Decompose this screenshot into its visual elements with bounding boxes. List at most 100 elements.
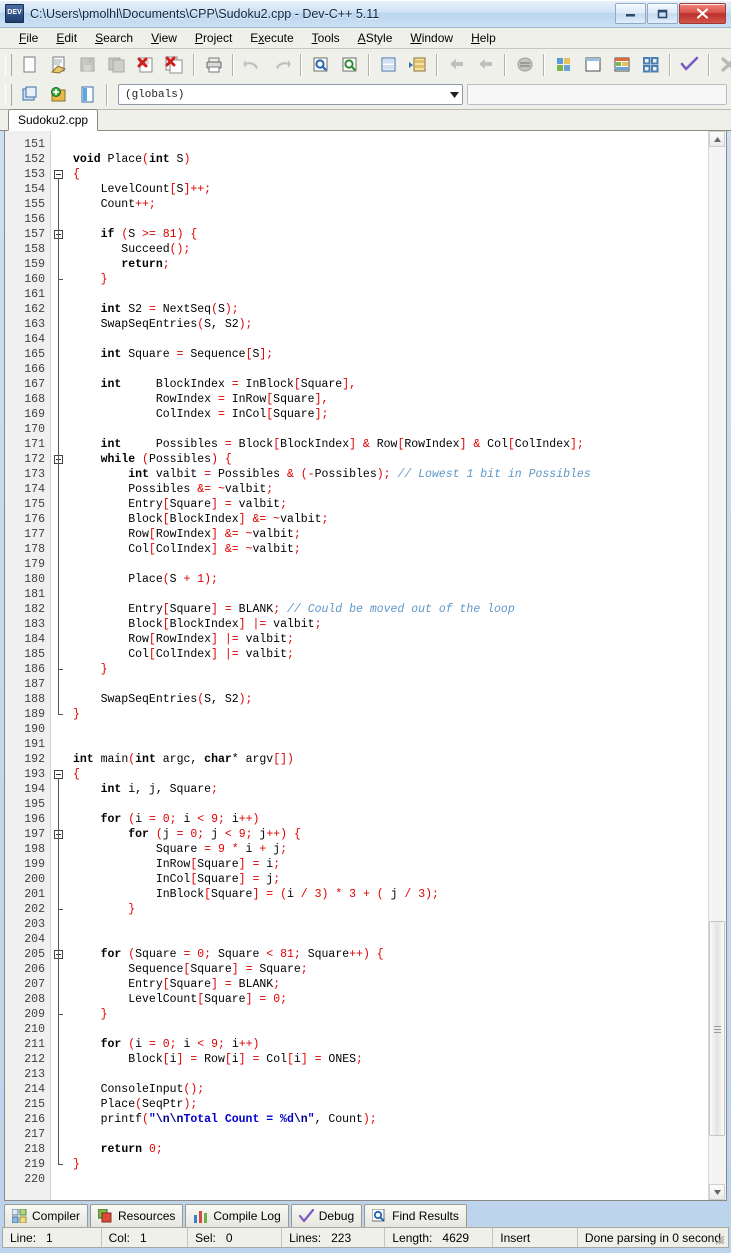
secondary-combo[interactable] <box>467 84 727 105</box>
toolbar-separator <box>106 83 108 106</box>
fold-margin-row <box>51 782 69 797</box>
code-token: for <box>100 948 122 961</box>
project-options-icon[interactable] <box>608 52 635 78</box>
line-number: 206 <box>24 963 45 976</box>
add-to-project-icon[interactable] <box>45 82 72 108</box>
bottom-tab-label: Resources <box>118 1209 176 1223</box>
fold-toggle[interactable] <box>51 947 69 962</box>
code-token: RowIndex <box>404 438 460 451</box>
toolbar-separator <box>368 53 370 76</box>
line-number: 163 <box>24 318 45 331</box>
bottom-tab-compiler[interactable]: Compiler <box>4 1204 89 1228</box>
find-icon[interactable] <box>307 52 334 78</box>
line-number: 198 <box>24 843 45 856</box>
print-icon[interactable] <box>200 52 227 78</box>
menu-project[interactable]: Project <box>186 29 241 47</box>
line-number: 192 <box>24 753 45 766</box>
close-all-icon[interactable] <box>161 52 188 78</box>
menu-edit[interactable]: Edit <box>47 29 86 47</box>
menu-execute[interactable]: Execute <box>241 29 302 47</box>
fold-collapse-icon[interactable] <box>54 770 63 779</box>
compile-icon[interactable] <box>676 52 703 78</box>
close-button[interactable] <box>679 3 726 24</box>
code-token: Square <box>273 393 315 406</box>
code-token: ] <box>211 978 218 991</box>
chevron-down-icon[interactable] <box>446 85 462 104</box>
menu-astyle[interactable]: AStyle <box>349 29 402 47</box>
status-message: Done parsing in 0 second <box>584 1230 721 1245</box>
line-number: 181 <box>24 588 45 601</box>
bottom-tab-debug[interactable]: Debug <box>290 1204 363 1228</box>
code-line: InCol[Square] = j; <box>73 872 708 887</box>
fold-margin-row <box>51 1157 69 1172</box>
line-number: 220 <box>24 1173 45 1186</box>
bottom-tab-compile-log[interactable]: Compile Log <box>185 1204 289 1228</box>
class-browser-icon[interactable] <box>16 82 43 108</box>
scrollbar-thumb[interactable] <box>709 921 725 1136</box>
fold-margin-row <box>51 527 69 542</box>
code-token: ] <box>211 528 218 541</box>
fold-toggle[interactable] <box>51 452 69 467</box>
toggle-panel-icon[interactable] <box>74 82 101 108</box>
editor-tab-sudoku2[interactable]: Sudoku2.cpp <box>8 109 99 131</box>
code-token: Place <box>73 573 163 586</box>
code-token: 9 <box>211 1038 219 1051</box>
toolbar-grip[interactable] <box>5 53 12 76</box>
code-line: Count++; <box>73 197 708 212</box>
close-file-icon[interactable] <box>132 52 159 78</box>
goto-function-icon[interactable] <box>404 52 431 78</box>
code-token: \n <box>293 1113 308 1126</box>
maximize-button[interactable] <box>647 3 678 24</box>
fold-margin-row <box>51 332 69 347</box>
project-manager-icon[interactable] <box>637 52 664 78</box>
open-file-icon[interactable] <box>45 52 72 78</box>
scroll-down-arrow-icon[interactable] <box>709 1184 725 1200</box>
code-token: i <box>169 1053 177 1066</box>
scroll-up-arrow-icon[interactable] <box>709 131 725 147</box>
code-token: SwapSeqEntries <box>73 318 198 331</box>
menu-tools[interactable]: Tools <box>303 29 349 47</box>
fold-toggle[interactable] <box>51 827 69 842</box>
scope-selector[interactable]: (globals) <box>118 84 463 105</box>
code-token: []) <box>273 753 294 766</box>
fold-toggle[interactable] <box>51 227 69 242</box>
fold-margin[interactable] <box>51 131 69 1200</box>
fold-margin-row <box>51 1052 69 1067</box>
toolbar-grip[interactable] <box>5 83 12 106</box>
menu-window[interactable]: Window <box>401 29 462 47</box>
menu-search[interactable]: Search <box>86 29 142 47</box>
status-lines-value: 223 <box>331 1230 352 1245</box>
code-token: ); <box>238 693 253 706</box>
code-line: Entry[Square] = BLANK; // Could be moved… <box>73 602 708 617</box>
new-form-icon[interactable] <box>579 52 606 78</box>
status-insert-mode[interactable]: Insert <box>493 1228 578 1247</box>
fold-collapse-icon[interactable] <box>54 170 63 179</box>
code-token: Entry <box>73 498 163 511</box>
code-token: Square <box>169 498 212 511</box>
new-project-icon[interactable] <box>550 52 577 78</box>
code-editor[interactable]: 151 152 153 154 155 156 157 158 159 160 161 162 163 1… <box>5 131 708 1200</box>
bottom-tab-resources[interactable]: Resources <box>90 1204 184 1228</box>
fold-toggle[interactable] <box>51 167 69 182</box>
status-length-value: 4629 <box>442 1230 470 1245</box>
editor-vertical-scrollbar[interactable] <box>708 131 726 1200</box>
resize-grip-icon[interactable] <box>713 1233 725 1245</box>
bottom-tab-find-results[interactable]: Find Results <box>364 1204 467 1228</box>
new-file-icon[interactable] <box>16 52 43 78</box>
minimize-button[interactable] <box>615 3 646 24</box>
replace-icon[interactable] <box>336 52 363 78</box>
goto-line-icon[interactable] <box>375 52 402 78</box>
code-token: & <box>286 468 294 481</box>
code-token: Entry <box>73 978 163 991</box>
code-token: ; <box>293 528 301 541</box>
code-text-area[interactable]: void Place(int S){ LevelCount[S]++; Coun… <box>69 131 708 1200</box>
line-number: 195 <box>24 798 45 811</box>
resources-icon <box>98 1209 113 1223</box>
menu-help[interactable]: Help <box>462 29 505 47</box>
menu-file[interactable]: File <box>10 29 47 47</box>
fold-toggle[interactable] <box>51 767 69 782</box>
menu-view[interactable]: View <box>142 29 186 47</box>
code-line: LevelCount[Square] = 0; <box>73 992 708 1007</box>
